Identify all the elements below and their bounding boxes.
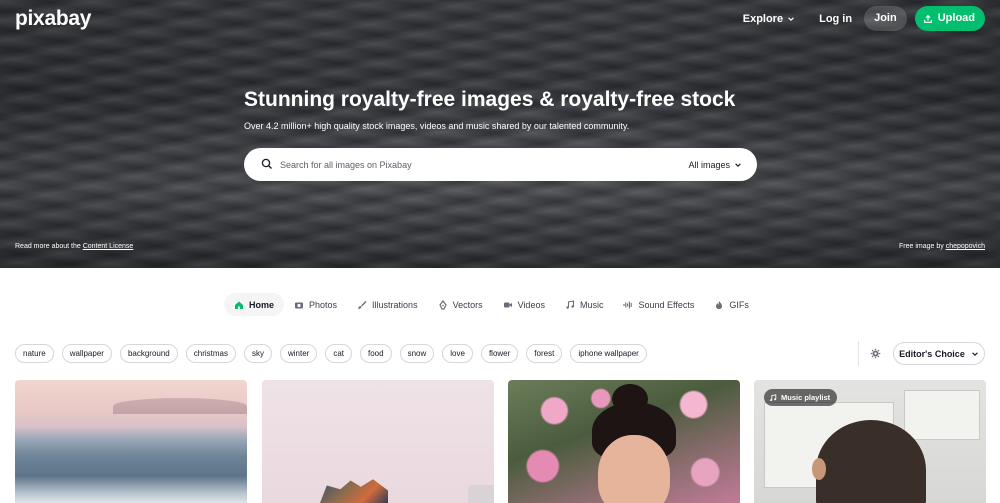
- tag-chip[interactable]: winter: [279, 344, 318, 363]
- tag-chip[interactable]: christmas: [185, 344, 236, 363]
- media-type-tabs: Home Photos Illustrations Vectors Videos…: [224, 293, 759, 316]
- hero-background-image: [0, 0, 1000, 268]
- join-button[interactable]: Join: [864, 6, 907, 31]
- music-note-icon: [566, 299, 575, 309]
- sort-dropdown[interactable]: Editor's Choice: [893, 342, 985, 365]
- tag-chip[interactable]: snow: [399, 344, 435, 363]
- image-author-link[interactable]: chepopovich: [946, 243, 985, 250]
- content-license-prefix: Read more about the: [15, 243, 83, 250]
- gear-icon[interactable]: [870, 348, 881, 359]
- tab-home[interactable]: Home: [224, 293, 285, 316]
- camera-icon: [295, 302, 304, 308]
- image-detail: [320, 479, 388, 503]
- tag-chip[interactable]: nature: [15, 344, 54, 363]
- tag-chip[interactable]: flower: [480, 344, 519, 363]
- hero-title: Stunning royalty-free images & royalty-f…: [244, 88, 736, 111]
- upload-button[interactable]: Upload: [914, 6, 985, 31]
- upload-icon: [923, 14, 932, 23]
- top-navigation: Explore Log in Join Upload: [743, 6, 985, 31]
- gallery-image-pink[interactable]: [262, 380, 494, 503]
- tab-vectors[interactable]: Vectors: [428, 293, 493, 316]
- tag-chip[interactable]: wallpaper: [61, 344, 112, 363]
- music-playlist-badge: Music playlist: [764, 389, 838, 406]
- image-credit: Free image by chepopovich: [899, 243, 985, 250]
- tab-home-label: Home: [249, 299, 275, 310]
- login-link[interactable]: Log in: [819, 13, 852, 25]
- music-playlist-label: Music playlist: [781, 393, 831, 402]
- chevron-down-icon: [788, 16, 794, 21]
- tab-videos-label: Videos: [517, 299, 545, 310]
- explore-label: Explore: [742, 12, 784, 25]
- music-note-icon: [770, 393, 777, 401]
- tab-vectors-label: Vectors: [452, 299, 483, 310]
- video-camera-icon: [503, 302, 512, 307]
- image-detail: [812, 458, 826, 480]
- brush-icon: [358, 300, 367, 309]
- trending-tags: nature wallpaper background christmas sk…: [15, 344, 647, 363]
- image-detail: [468, 485, 494, 503]
- content-license-link[interactable]: Content License: [83, 243, 134, 250]
- tab-illustrations[interactable]: Illustrations: [347, 293, 428, 316]
- image-credit-prefix: Free image by: [899, 243, 946, 250]
- tab-gifs[interactable]: GIFs: [704, 293, 759, 316]
- tab-gifs-label: GIFs: [729, 299, 749, 310]
- search-bar: All images: [244, 148, 757, 181]
- tab-sound-effects[interactable]: Sound Effects: [613, 293, 704, 316]
- tab-photos[interactable]: Photos: [284, 293, 347, 316]
- flame-icon: [716, 300, 723, 309]
- tab-sound-effects-label: Sound Effects: [638, 299, 695, 310]
- gallery-image-christmas-woman[interactable]: [508, 380, 740, 503]
- upload-label: Upload: [937, 12, 975, 24]
- chevron-down-icon: [972, 351, 978, 356]
- image-detail: [904, 390, 980, 440]
- divider: [858, 341, 859, 366]
- tab-illustrations-label: Illustrations: [372, 299, 418, 310]
- waveform-icon: [623, 301, 633, 308]
- tag-chip[interactable]: sky: [243, 344, 272, 363]
- hero-subtitle: Over 4.2 million+ high quality stock ima…: [244, 121, 630, 131]
- search-type-label: All images: [688, 159, 730, 170]
- tag-chip[interactable]: cat: [325, 344, 352, 363]
- search-type-dropdown[interactable]: All images: [688, 148, 742, 181]
- search-icon[interactable]: [261, 158, 273, 170]
- tag-chip[interactable]: food: [360, 344, 392, 363]
- tab-music-label: Music: [579, 299, 604, 310]
- tab-photos-label: Photos: [309, 299, 338, 310]
- pixabay-logo[interactable]: pixabay: [15, 7, 91, 31]
- tab-music[interactable]: Music: [555, 293, 614, 316]
- gallery-image-music-playlist[interactable]: Music playlist: [754, 380, 986, 503]
- tab-videos[interactable]: Videos: [493, 293, 555, 316]
- search-input[interactable]: [280, 148, 660, 181]
- tag-chip[interactable]: iphone wallpaper: [570, 344, 647, 363]
- home-icon: [235, 301, 243, 309]
- tag-chip[interactable]: background: [119, 344, 178, 363]
- tag-chip[interactable]: love: [442, 344, 473, 363]
- sort-label: Editor's Choice: [899, 348, 965, 359]
- explore-menu[interactable]: Explore: [743, 13, 795, 25]
- gallery-image-beach[interactable]: [15, 380, 247, 503]
- tag-chip[interactable]: forest: [526, 344, 563, 363]
- content-license-note: Read more about the Content License: [15, 243, 133, 250]
- hero-banner: pixabay Explore Log in Join Upload Stunn…: [0, 0, 1000, 268]
- pen-nib-icon: [438, 299, 447, 310]
- chevron-down-icon: [735, 162, 741, 167]
- image-detail: [598, 435, 670, 503]
- image-detail: [113, 398, 247, 414]
